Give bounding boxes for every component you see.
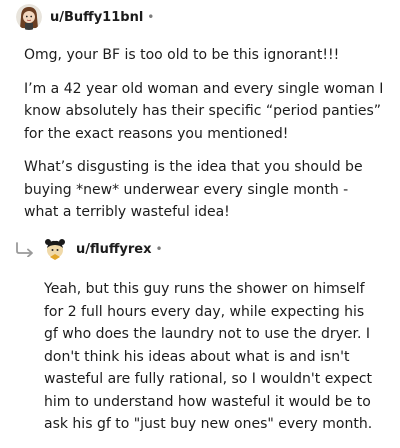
user-avatar[interactable] [42, 236, 68, 262]
comment-header: u/fluffyrex • [0, 232, 400, 266]
comment-paragraph: Omg, your BF is too old to be this ignor… [24, 47, 340, 63]
username[interactable]: u/fluffyrex [76, 242, 152, 257]
comment-body: Yeah, but this guy runs the shower on hi… [0, 278, 400, 436]
comment-body: Omg, your BF is too old to be this ignor… [0, 44, 400, 224]
username[interactable]: u/Buffy11bnl [50, 10, 143, 25]
reply-arrow-icon [16, 242, 33, 257]
separator-dot: • [147, 10, 155, 24]
user-avatar[interactable] [16, 4, 42, 30]
comment-header: u/Buffy11bnl • [0, 0, 400, 34]
comment-paragraph: I’m a 42 year old woman and every single… [24, 80, 384, 142]
comment-buffy11bnl: u/Buffy11bnl • Omg, your BF is too old t… [0, 0, 400, 235]
separator-dot: • [155, 242, 163, 256]
comment-fluffyrex: u/fluffyrex • Yeah, but this guy runs th… [0, 232, 400, 436]
comment-paragraph: Yeah, but this guy runs the shower on hi… [44, 281, 373, 432]
comment-paragraph: What’s disgusting is the idea that you s… [24, 159, 363, 220]
